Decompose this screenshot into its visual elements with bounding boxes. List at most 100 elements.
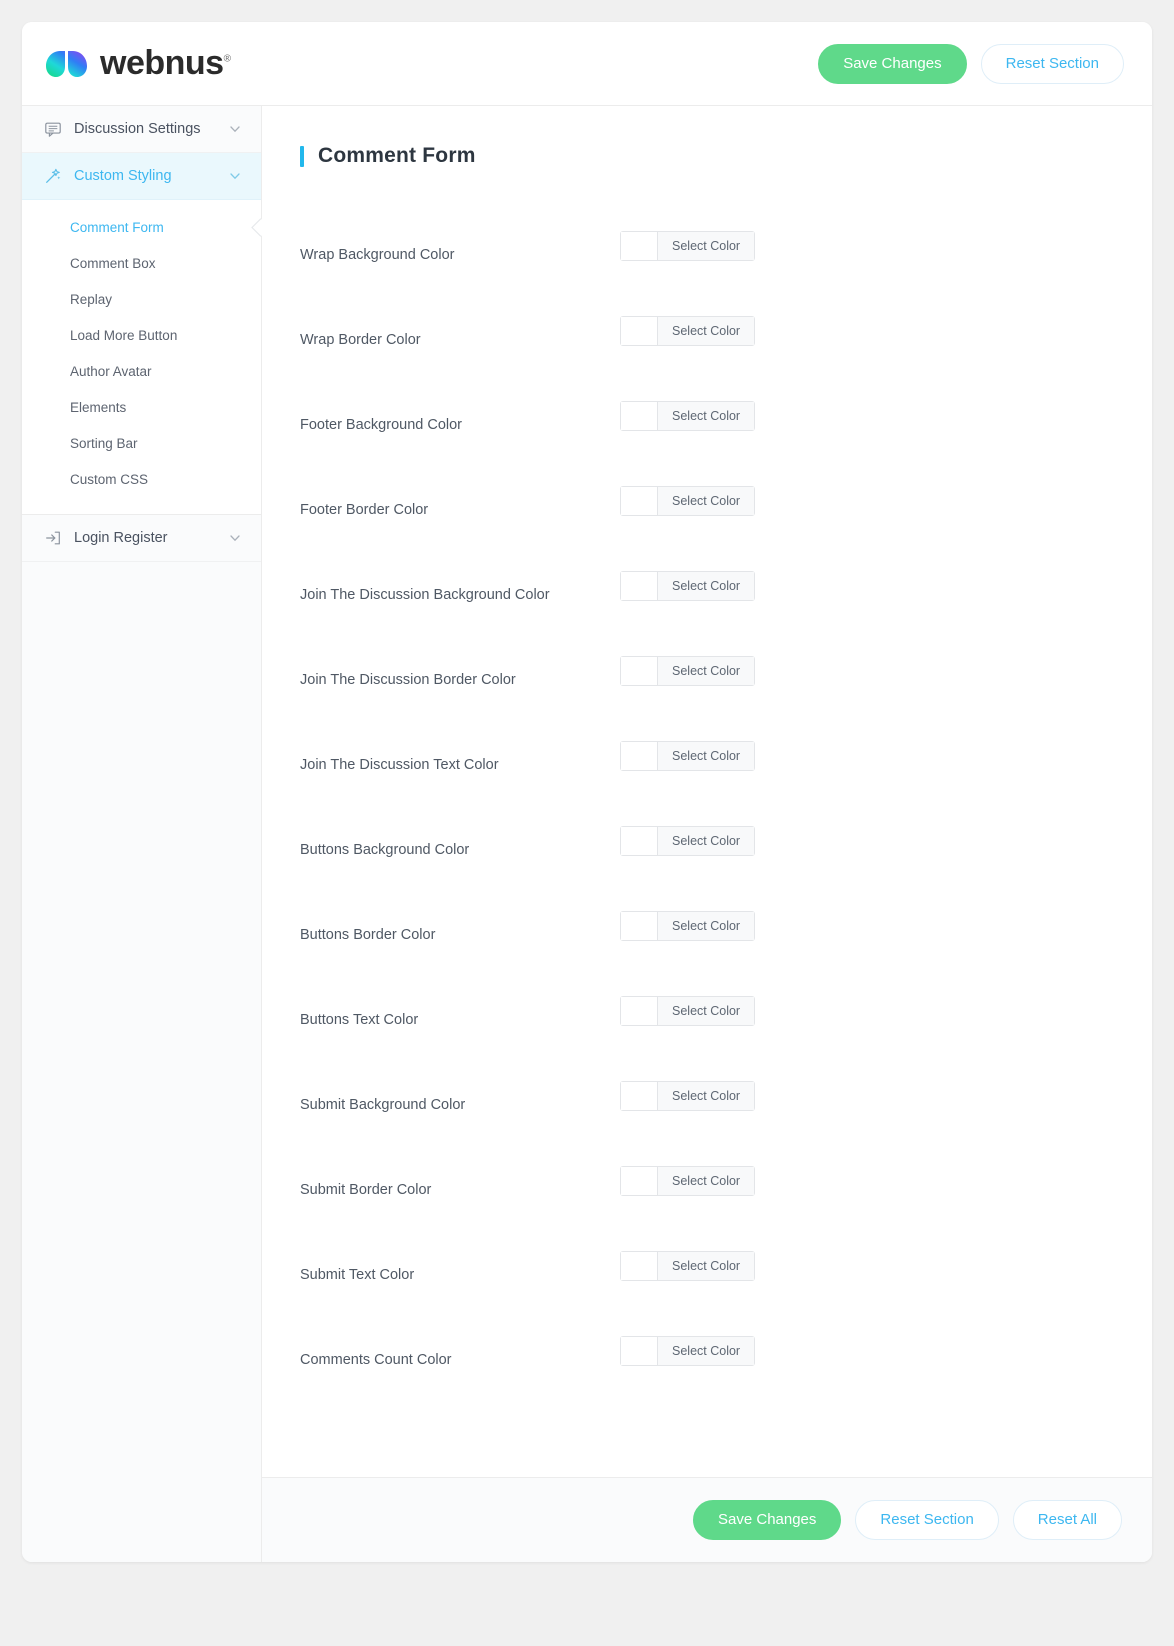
sidebar-subitem-author-avatar[interactable]: Author Avatar [22,354,261,390]
brand-logo: webnus® [44,44,231,83]
color-picker-join-the-discussion-text-color[interactable]: Select Color [620,740,756,771]
field-label: Comments Count Color [300,1351,452,1368]
select-color-label[interactable]: Select Color [658,1166,755,1195]
field-label: Footer Background Color [300,416,462,433]
color-swatch[interactable] [621,1251,658,1280]
field-row-submit-background-color: Submit Background Color Select Color [300,1062,1112,1147]
color-picker-submit-text-color[interactable]: Select Color [620,1250,756,1281]
select-color-label[interactable]: Select Color [658,741,755,770]
chevron-down-icon[interactable] [229,532,241,544]
chevron-down-icon[interactable] [229,170,241,182]
color-picker-submit-border-color[interactable]: Select Color [620,1165,756,1196]
field-row-footer-border-color: Footer Border Color Select Color [300,467,1112,552]
color-swatch[interactable] [621,1081,658,1110]
app-body: Discussion Settings Custom Styling Comme… [22,106,1152,1562]
sidebar-subitem-elements[interactable]: Elements [22,390,261,426]
color-swatch[interactable] [621,486,658,515]
brand-name-text: webnus [100,44,224,82]
sidebar-subitem-sorting-bar[interactable]: Sorting Bar [22,426,261,462]
webnus-gradient-mark-icon [46,50,87,77]
color-swatch[interactable] [621,1166,658,1195]
sidebar-item-custom-styling-label: Custom Styling [74,168,172,184]
color-picker-wrap-background-color[interactable]: Select Color [620,230,756,261]
sidebar-item-discussion-settings[interactable]: Discussion Settings [22,106,261,153]
sidebar-subitem-load-more-button[interactable]: Load More Button [22,318,261,354]
title-accent-bar [300,145,304,167]
select-color-label[interactable]: Select Color [658,231,755,260]
page-title-text: Comment Form [318,144,476,167]
select-color-label[interactable]: Select Color [658,316,755,345]
field-label: Buttons Border Color [300,926,436,943]
color-picker-footer-background-color[interactable]: Select Color [620,400,756,431]
select-color-label[interactable]: Select Color [658,1336,755,1365]
select-color-label[interactable]: Select Color [658,1251,755,1280]
color-picker-buttons-text-color[interactable]: Select Color [620,995,756,1026]
footer-save-changes-button[interactable]: Save Changes [693,1500,842,1540]
field-label: Join The Discussion Text Color [300,756,499,773]
field-row-wrap-background-color: Wrap Background Color Select Color [300,212,1112,297]
sidebar-item-discussion-settings-label: Discussion Settings [74,121,201,137]
field-row-comments-count-color: Comments Count Color Select Color [300,1317,1112,1402]
sidebar-subitem-comment-form[interactable]: Comment Form [22,210,270,246]
select-color-label[interactable]: Select Color [658,911,755,940]
field-label: Footer Border Color [300,501,429,518]
color-swatch[interactable] [621,401,658,430]
app-header: webnus® Save Changes Reset Section [22,22,1152,106]
select-color-label[interactable]: Select Color [658,401,755,430]
sidebar: Discussion Settings Custom Styling Comme… [22,106,270,1562]
select-color-label[interactable]: Select Color [658,656,755,685]
sidebar-subitem-comment-form-label: Comment Form [70,220,164,235]
main-content: Comment Form Wrap Background Color Selec… [262,106,1152,1562]
header-reset-section-button[interactable]: Reset Section [980,43,1124,84]
color-picker-submit-background-color[interactable]: Select Color [620,1080,756,1111]
color-swatch[interactable] [621,1336,658,1365]
sidebar-item-custom-styling[interactable]: Custom Styling [22,153,261,200]
color-picker-footer-border-color[interactable]: Select Color [620,485,756,516]
color-picker-buttons-border-color[interactable]: Select Color [620,910,756,941]
magic-wand-icon [46,168,61,183]
color-picker-comments-count-color[interactable]: Select Color [620,1335,756,1366]
select-color-label[interactable]: Select Color [658,1081,755,1110]
sidebar-item-login-register-label: Login Register [74,530,168,546]
color-swatch[interactable] [621,316,658,345]
sidebar-subnav-custom-styling: Comment Form Comment Box Replay Load Mor… [22,200,270,515]
color-swatch[interactable] [621,826,658,855]
login-arrow-icon [46,531,60,545]
select-color-label[interactable]: Select Color [658,486,755,515]
color-swatch[interactable] [621,571,658,600]
field-row-wrap-border-color: Wrap Border Color Select Color [300,297,1112,382]
field-row-buttons-text-color: Buttons Text Color Select Color [300,977,1112,1062]
footer-reset-section-button[interactable]: Reset Section [855,1500,999,1540]
field-row-join-the-discussion-text-color: Join The Discussion Text Color Select Co… [300,722,1112,807]
field-row-buttons-background-color: Buttons Background Color Select Color [300,807,1112,892]
color-picker-wrap-border-color[interactable]: Select Color [620,315,756,346]
select-color-label[interactable]: Select Color [658,571,755,600]
page-title: Comment Form [300,144,1112,168]
color-picker-join-the-discussion-border-color[interactable]: Select Color [620,655,756,686]
field-label: Submit Background Color [300,1096,466,1113]
chevron-down-icon[interactable] [229,123,241,135]
sidebar-subitem-sorting-bar-label: Sorting Bar [70,436,138,451]
field-label: Wrap Border Color [300,331,421,348]
field-label: Join The Discussion Border Color [300,671,516,688]
sidebar-subitem-replay[interactable]: Replay [22,282,261,318]
color-swatch[interactable] [621,231,658,260]
color-picker-join-the-discussion-background-color[interactable]: Select Color [620,570,756,601]
color-swatch[interactable] [621,911,658,940]
sidebar-subitem-custom-css[interactable]: Custom CSS [22,462,261,498]
color-swatch[interactable] [621,996,658,1025]
color-swatch[interactable] [621,741,658,770]
field-label: Buttons Text Color [300,1011,419,1028]
field-row-buttons-border-color: Buttons Border Color Select Color [300,892,1112,977]
field-label: Join The Discussion Background Color [300,586,550,603]
color-swatch[interactable] [621,656,658,685]
sidebar-item-login-register[interactable]: Login Register [22,515,261,562]
header-save-changes-button[interactable]: Save Changes [818,43,967,84]
brand-name: webnus® [100,44,231,83]
footer-reset-all-button[interactable]: Reset All [1012,1500,1122,1540]
select-color-label[interactable]: Select Color [658,996,755,1025]
select-color-label[interactable]: Select Color [658,826,755,855]
sidebar-subitem-elements-label: Elements [70,400,127,415]
color-picker-buttons-background-color[interactable]: Select Color [620,825,756,856]
sidebar-subitem-comment-box[interactable]: Comment Box [22,246,261,282]
